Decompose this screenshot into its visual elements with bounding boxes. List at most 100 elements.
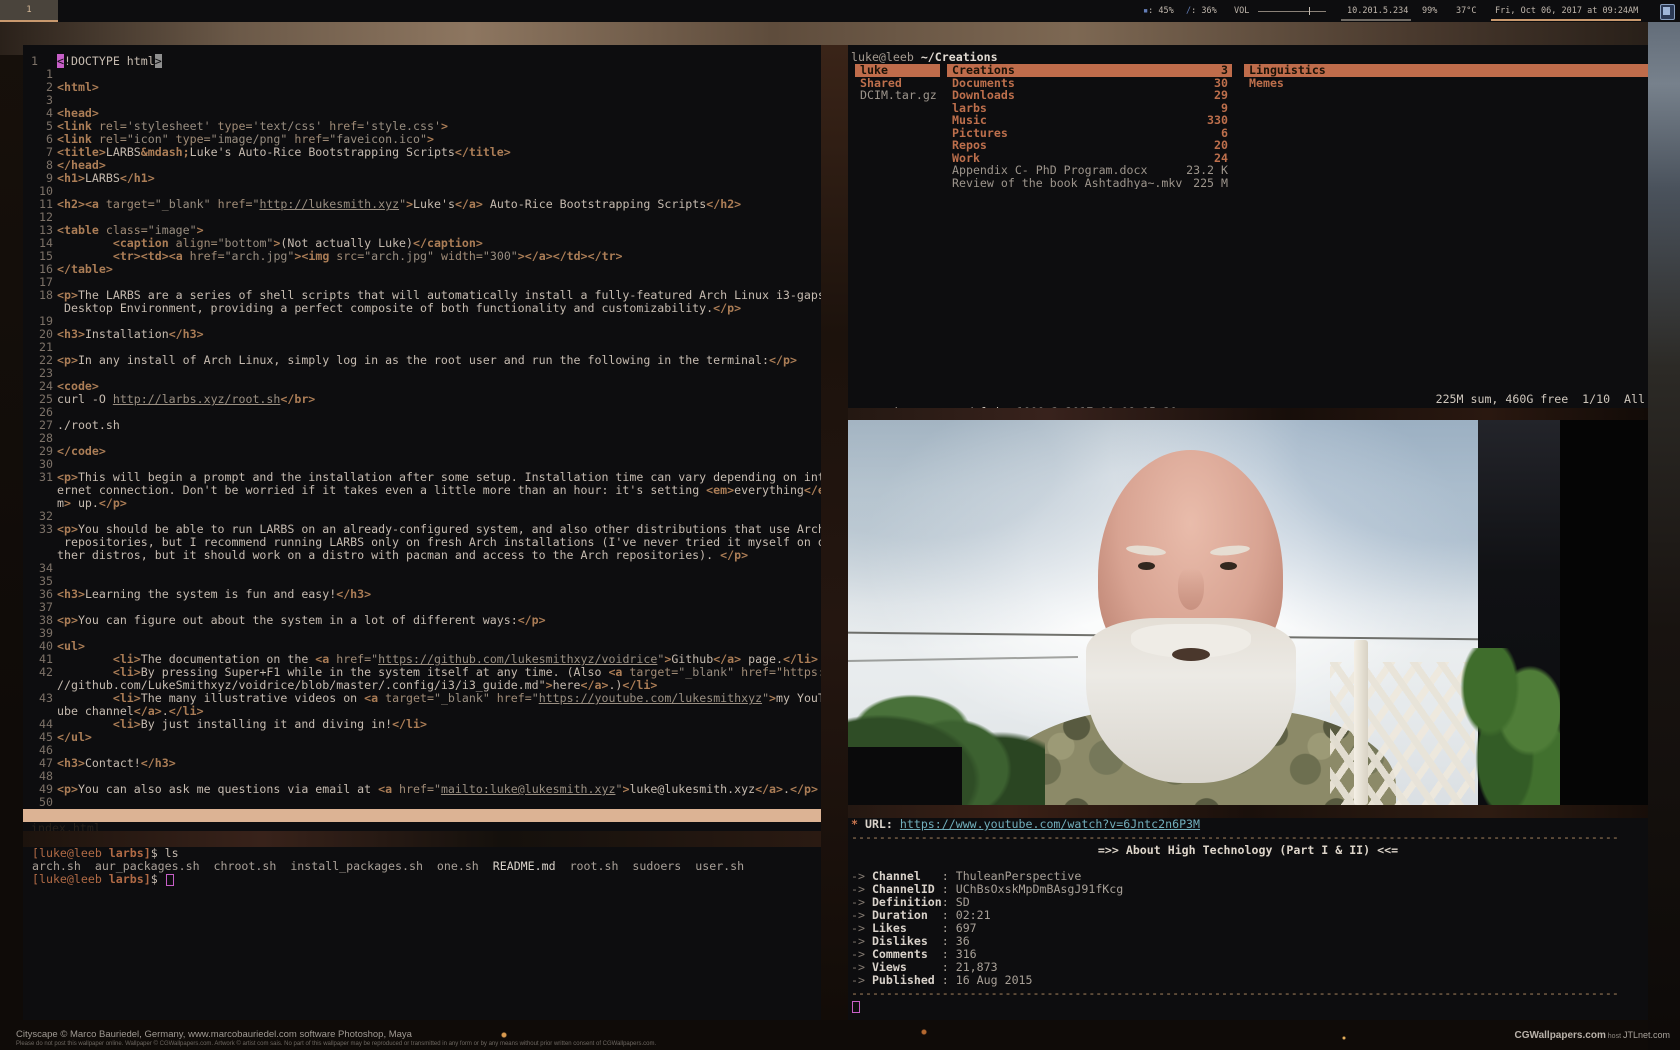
memory-stat: ▪: 45% (1143, 0, 1174, 22)
vim-line: ernet connection. Don't be worried if it… (31, 484, 821, 497)
eye (1138, 562, 1155, 570)
vim-line: 49<p>You can also ask me questions via e… (31, 783, 821, 796)
mouth (1172, 648, 1210, 661)
ranger-title: luke@leeb ~/Creations (851, 51, 998, 64)
vim-line: 27./root.sh (31, 419, 821, 432)
terminal-cursor (852, 1001, 860, 1013)
workspace-indicator[interactable]: 1 (0, 0, 58, 22)
ranger-entry[interactable]: Memes (1244, 77, 1648, 90)
ranger-entry[interactable]: luke (855, 64, 940, 77)
vim-line: 44 <li>By just installing it and diving … (31, 718, 821, 731)
vim-line: 39 (31, 627, 821, 640)
ranger-preview-column: LinguisticsMemes (1244, 64, 1648, 89)
vim-line: 22<p>In any install of Arch Linux, simpl… (31, 354, 821, 367)
yt-field: -> Dislikes : 36 (848, 935, 1648, 948)
vim-statusline: index.html 1,1 Top (23, 809, 821, 822)
bar-underline-grey (1341, 19, 1411, 21)
dark-foreground (848, 747, 962, 805)
battery-stat: 99% (1422, 0, 1437, 22)
ranger-statusline: drwxr-xr-x 4 luke 1000 3 2017-08-08 15:2… (849, 393, 1647, 406)
vim-line: 11<h2><a target="_blank" href="http://lu… (31, 198, 821, 211)
volume-slider[interactable] (1258, 11, 1326, 12)
ranger-entry[interactable]: Pictures6 (947, 127, 1232, 140)
wallpaper-credit: Cityscape © Marco Bauriedel, Germany, ww… (16, 1029, 412, 1040)
separator: ----------------------------------------… (848, 987, 1648, 1000)
file-name: arch.sh (32, 859, 81, 873)
terminal-cursor (166, 874, 174, 886)
vim-line: ther distros, but it should work on a di… (31, 549, 821, 562)
shell-prompt-line: [luke@leeb larbs]$ (23, 873, 821, 886)
ranger-entry[interactable]: larbs9 (947, 102, 1232, 115)
nose (1178, 568, 1204, 610)
disk-stat: /: 36% (1186, 0, 1217, 22)
ytviewer-window[interactable]: * URL: https://www.youtube.com/watch?v=6… (848, 818, 1648, 1020)
yt-cursor-line (848, 1000, 1648, 1013)
yt-field: -> Definition: SD (848, 896, 1648, 909)
vim-line: 1<!DOCTYPE html> (31, 55, 821, 68)
video-frame[interactable] (848, 420, 1560, 805)
statusbar: 1 ▪: 45% /: 36% VOL 10.201.5.234 99% 37°… (0, 0, 1680, 22)
vim-line: 45</ul> (31, 731, 821, 744)
ranger-entry[interactable]: DCIM.tar.gz (855, 89, 940, 102)
tray-icon[interactable] (1660, 4, 1675, 20)
blank-line (848, 857, 1648, 870)
desktop: 1 ▪: 45% /: 36% VOL 10.201.5.234 99% 37°… (0, 0, 1680, 1050)
file-name: one.sh (437, 859, 479, 873)
vim-line: 7<title>LARBS&mdash;Luke's Auto-Rice Boo… (31, 146, 821, 159)
ranger-entry[interactable]: Appendix C- PhD Program.docx23.2 K (947, 164, 1232, 177)
terminal-window[interactable]: [luke@leeb larbs]$ ls arch.sh aur_packag… (23, 847, 821, 1020)
vim-line: 23 (31, 367, 821, 380)
vim-line: m> up.</p> (31, 497, 821, 510)
temperature-stat: 37°C (1456, 0, 1476, 22)
ranger-entry[interactable]: Linguistics (1244, 64, 1648, 77)
file-name: sudoers (632, 859, 681, 873)
yt-url-line: * URL: https://www.youtube.com/watch?v=6… (848, 818, 1648, 831)
vim-window[interactable]: 1<!DOCTYPE html>12<html>34<head>5<link r… (23, 45, 821, 831)
yt-field: -> Likes : 697 (848, 922, 1648, 935)
ranger-entry[interactable]: Work24 (947, 152, 1232, 165)
vim-line: 28 (31, 432, 821, 445)
ranger-window[interactable]: luke@leeb ~/Creations lukeSharedDCIM.tar… (848, 45, 1648, 408)
vim-buffer: 1<!DOCTYPE html>12<html>34<head>5<link r… (31, 55, 821, 809)
file-name: README.md (493, 859, 556, 873)
ranger-parent-column: lukeSharedDCIM.tar.gz (855, 64, 940, 102)
file-name: chroot.sh (214, 859, 277, 873)
vim-line: 38<p>You can figure out about the system… (31, 614, 821, 627)
volume-slider-handle[interactable] (1309, 7, 1310, 15)
eyebrow (1126, 544, 1167, 557)
wallpaper-brand: CGWallpapers.com host JTLnet.com (1515, 1030, 1670, 1041)
yt-video-title: =>> About High Technology (Part I & II) … (848, 844, 1648, 857)
ranger-current-column: Creations3Documents30Downloads29larbs9Mu… (947, 64, 1232, 189)
file-info: 4 luke 1000 3 2017-08-08 15:20 (961, 405, 1177, 408)
vim-line: 3 (31, 94, 821, 107)
vim-line: 47<h3>Contact!</h3> (31, 757, 821, 770)
file-name: user.sh (695, 859, 744, 873)
vim-line: 2<html> (31, 81, 821, 94)
letterbox-bar (1560, 420, 1648, 805)
vim-line: 1 (31, 68, 821, 81)
yt-field: -> Duration : 02:21 (848, 909, 1648, 922)
mpv-window[interactable] (848, 420, 1648, 805)
vim-line: Desktop Environment, providing a perfect… (31, 302, 821, 315)
vim-line: 15 <tr><td><a href="arch.jpg"><img src="… (31, 250, 821, 263)
yt-field: -> Channel : ThuleanPerspective (848, 870, 1648, 883)
ranger-entry[interactable]: Review of the book Ashtadhya~.mkv225 M (947, 177, 1232, 190)
volume-label: VOL (1234, 0, 1249, 22)
ranger-entry[interactable]: Downloads29 (947, 89, 1232, 102)
ranger-entry[interactable]: Music330 (947, 114, 1232, 127)
file-permissions: drwxr-xr-x (891, 405, 961, 408)
yt-field: -> Views : 21,873 (848, 961, 1648, 974)
vim-filename: index.html (31, 822, 101, 831)
powerline (848, 656, 1078, 662)
ranger-entry[interactable]: Shared (855, 77, 940, 90)
ranger-entry[interactable]: Repos20 (947, 139, 1232, 152)
yt-field: -> Published : 16 Aug 2015 (848, 974, 1648, 987)
eyebrow (1210, 544, 1251, 557)
vim-line: 16</table> (31, 263, 821, 276)
ranger-entry[interactable]: Creations3 (947, 64, 1232, 77)
ranger-entry[interactable]: Documents30 (947, 77, 1232, 90)
file-name: install_packages.sh (290, 859, 423, 873)
basil-plant (1460, 648, 1560, 805)
yt-video-url[interactable]: https://www.youtube.com/watch?v=6Jntc2n6… (900, 818, 1200, 831)
white-pole (1354, 640, 1368, 805)
